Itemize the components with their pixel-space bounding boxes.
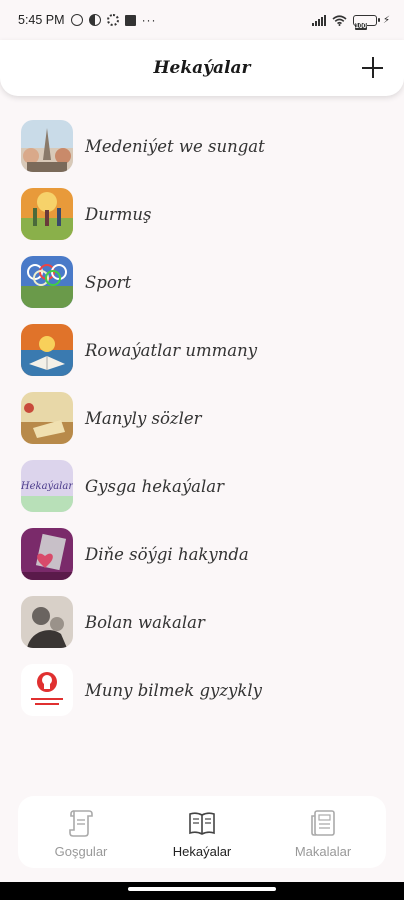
list-item-medeniyet[interactable]: Medeniýet we sungat — [0, 112, 404, 180]
document-icon — [311, 809, 335, 836]
status-time: 5:45 PM — [18, 13, 65, 27]
list-item-bolan-wakalar[interactable]: Bolan wakalar — [0, 588, 404, 656]
app-icon — [124, 14, 136, 26]
list-item-label: Muny bilmek gyzykly — [85, 680, 262, 700]
nav-label: Makalalar — [294, 843, 352, 859]
category-thumbnail — [21, 596, 73, 648]
list-item-manyly[interactable]: Manyly sözler — [0, 384, 404, 452]
list-item-dine-soygi[interactable]: Diňe söýgi hakynda — [0, 520, 404, 588]
signal-icon — [311, 14, 326, 26]
more-notifications-icon: ··· — [141, 13, 157, 27]
category-thumbnail — [21, 120, 73, 172]
battery-icon: 100 — [352, 14, 380, 30]
nav-item-hekayalar[interactable]: Hekaýalar — [147, 796, 257, 868]
status-right: 100 ⚡ — [311, 14, 390, 30]
list-item-label: Gysga hekaýalar — [85, 476, 225, 496]
alarm-icon — [70, 14, 83, 26]
wifi-icon — [332, 14, 347, 26]
category-thumbnail — [21, 324, 73, 376]
nav-label: Hekaýalar — [172, 843, 232, 859]
scroll-icon — [69, 809, 93, 837]
data-saver-icon — [88, 14, 101, 26]
list-item-label: Medeniýet we sungat — [85, 136, 265, 156]
list-item-label: Bolan wakalar — [85, 612, 205, 632]
add-button[interactable] — [360, 55, 386, 81]
bottom-nav: Goşgular Hekaýalar Makalalar — [18, 796, 386, 868]
page-title: Hekaýalar — [153, 58, 251, 78]
category-thumbnail — [21, 664, 73, 716]
book-icon — [189, 811, 215, 835]
status-bar: 5:45 PM ··· 100 ⚡ — [0, 0, 404, 40]
battery-level: 100 — [354, 22, 367, 30]
list-item-label: Diňe söýgi hakynda — [85, 544, 249, 564]
nav-item-goshgular[interactable]: Goşgular — [26, 796, 136, 868]
charging-icon: ⚡ — [382, 14, 390, 26]
list-item-label: Durmuş — [85, 204, 152, 224]
category-thumbnail — [21, 188, 73, 240]
list-item-durmus[interactable]: Durmuş — [0, 180, 404, 248]
home-gesture-handle[interactable] — [128, 887, 276, 891]
category-list: Medeniýet we sungat Durmuş Sport Rowaýat… — [0, 112, 404, 724]
nav-item-makalalar[interactable]: Makalalar — [268, 796, 378, 868]
category-thumbnail — [21, 256, 73, 308]
list-item-label: Manyly sözler — [85, 408, 202, 428]
list-item-label: Rowaýatlar ummany — [85, 340, 258, 360]
nav-label: Goşgular — [54, 843, 108, 859]
status-left: 5:45 PM ··· — [18, 13, 157, 27]
category-thumbnail — [21, 528, 73, 580]
category-thumbnail: Hekaýalar — [21, 460, 73, 512]
list-item-label: Sport — [85, 272, 132, 292]
list-item-muny-bilmek[interactable]: Muny bilmek gyzykly — [0, 656, 404, 724]
category-thumbnail — [21, 392, 73, 444]
list-item-sport[interactable]: Sport — [0, 248, 404, 316]
thumbnail-text: Hekaýalar — [21, 481, 73, 492]
list-item-rowayatlar[interactable]: Rowaýatlar ummany — [0, 316, 404, 384]
gesture-area — [0, 882, 404, 900]
app-bar: Hekaýalar — [0, 40, 404, 96]
list-item-gysga[interactable]: Hekaýalar Gysga hekaýalar — [0, 452, 404, 520]
settings-icon — [106, 14, 119, 26]
